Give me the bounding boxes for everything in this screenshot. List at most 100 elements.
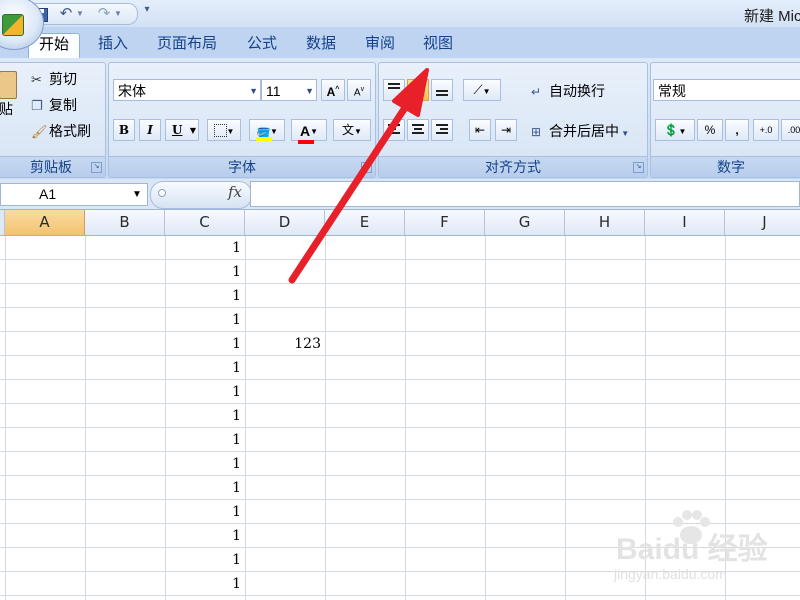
formula-input[interactable]	[250, 181, 800, 207]
copy-icon: ❐	[31, 98, 43, 114]
phonetic-icon: 文	[342, 123, 355, 137]
increase-indent-button[interactable]: ⇥	[495, 119, 517, 141]
shrink-font-button[interactable]: Av	[347, 79, 371, 101]
tab-page-layout[interactable]: 页面布局	[150, 33, 224, 57]
chevron-down-icon: ▼	[305, 86, 314, 96]
font-size-combo[interactable]: 11 ▼	[261, 79, 317, 101]
tab-view[interactable]: 视图	[414, 33, 462, 57]
insert-function-icon[interactable]: fx	[228, 183, 242, 201]
column-header-b[interactable]: B	[85, 210, 165, 235]
chevron-down-icon: ▼	[249, 86, 258, 96]
column-headers: A B C D E F G H I J	[0, 210, 800, 236]
tab-formulas[interactable]: 公式	[238, 33, 286, 57]
number-format-combo[interactable]: 常规	[653, 79, 800, 101]
font-launcher-icon[interactable]: ↘	[361, 162, 372, 173]
format-painter-icon: 🖌	[31, 124, 48, 140]
cell-c[interactable]: 1	[165, 404, 241, 428]
align-left-button[interactable]	[383, 119, 405, 141]
format-painter-button[interactable]: 🖌格式刷	[31, 121, 91, 142]
wrap-text-button[interactable]: ↵ 自动换行	[531, 81, 605, 102]
cell-c[interactable]: 1	[165, 332, 241, 356]
cell-c[interactable]: 1	[165, 428, 241, 452]
clipboard-group-label: 剪贴板	[0, 156, 105, 177]
column-header-f[interactable]: F	[405, 210, 485, 235]
tab-data[interactable]: 数据	[297, 33, 345, 57]
increase-indent-icon: ⇥	[500, 123, 512, 137]
column-header-e[interactable]: E	[325, 210, 405, 235]
increase-decimal-button[interactable]: +.0	[753, 119, 779, 141]
title-bar: ↶ ▼ ↷ ▼ ▾ 新建 Mic	[0, 0, 800, 27]
bold-button[interactable]: B	[113, 119, 135, 141]
office-logo-icon	[2, 14, 24, 36]
chevron-down-icon: ▼	[226, 127, 235, 136]
decrease-indent-icon: ⇤	[474, 123, 486, 137]
underline-button[interactable]: U ▼	[165, 119, 199, 141]
align-center-button[interactable]	[407, 119, 429, 141]
cell-c[interactable]: 1	[165, 356, 241, 380]
italic-button[interactable]: I	[139, 119, 161, 141]
decrease-decimal-button[interactable]: .00	[781, 119, 800, 141]
cell-c[interactable]: 1	[165, 236, 241, 260]
comma-button[interactable]: ,	[725, 119, 749, 141]
tab-insert[interactable]: 插入	[88, 33, 138, 57]
cell-d[interactable]: 123	[245, 332, 321, 356]
redo-icon[interactable]: ↷	[95, 5, 113, 23]
chevron-down-icon: ▼	[189, 125, 196, 135]
paste-button[interactable]: 贴	[0, 71, 17, 127]
cell-c[interactable]: 1	[165, 476, 241, 500]
percent-button[interactable]: %	[697, 119, 723, 141]
name-box[interactable]: A1	[0, 183, 148, 206]
align-middle-button[interactable]	[407, 79, 429, 101]
cell-c[interactable]: 1	[165, 548, 241, 572]
cell-c[interactable]: 1	[165, 524, 241, 548]
cell-c[interactable]: 1	[165, 572, 241, 596]
chevron-down-icon: ▼	[619, 129, 630, 138]
orientation-button[interactable]: ⟋▼	[463, 79, 501, 101]
font-name-combo[interactable]: 宋体 ▼	[113, 79, 261, 101]
cell-c[interactable]: 1	[165, 260, 241, 284]
column-header-c[interactable]: C	[165, 210, 245, 235]
column-header-d[interactable]: D	[245, 210, 325, 235]
borders-button[interactable]: ▼	[207, 119, 241, 141]
redo-dropdown-icon[interactable]: ▼	[113, 5, 123, 23]
decrease-indent-button[interactable]: ⇤	[469, 119, 491, 141]
clipboard-launcher-icon[interactable]: ↘	[91, 162, 102, 173]
column-header-g[interactable]: G	[485, 210, 565, 235]
chevron-down-icon: ▼	[270, 127, 278, 136]
undo-icon[interactable]: ↶	[57, 5, 75, 23]
formula-resize-handle[interactable]	[158, 189, 166, 197]
cell-c[interactable]: 1	[165, 308, 241, 332]
copy-button[interactable]: ❐ 复制	[31, 95, 77, 116]
column-header-a[interactable]: A	[5, 210, 85, 235]
name-box-dropdown-icon[interactable]: ▼	[132, 183, 146, 206]
merge-center-button[interactable]: ⊞ 合并后居中 ▼	[531, 121, 629, 144]
align-top-button[interactable]	[383, 79, 405, 101]
orientation-icon: ⟋	[473, 82, 483, 97]
ribbon-home: 贴 ✂ 剪切 ❐ 复制 🖌格式刷 剪贴板 ↘ 宋体 ▼ 11 ▼ A^ Av B I…	[0, 58, 800, 180]
font-group: 宋体 ▼ 11 ▼ A^ Av B I U ▼ ▼ 🪣 ▼ A ▼ 文▼ 字体 ↘	[108, 62, 376, 178]
align-bottom-button[interactable]	[431, 79, 453, 101]
accounting-format-button[interactable]: 💲▼	[655, 119, 695, 141]
cell-c[interactable]: 1	[165, 452, 241, 476]
customize-qat-icon[interactable]: ▾	[141, 4, 153, 22]
tab-review[interactable]: 审阅	[356, 33, 404, 57]
chevron-down-icon: ▼	[678, 127, 687, 136]
column-header-j[interactable]: J	[725, 210, 800, 235]
cell-c[interactable]: 1	[165, 380, 241, 404]
phonetic-button[interactable]: 文▼	[333, 119, 371, 141]
fill-color-button[interactable]: 🪣 ▼	[249, 119, 285, 141]
alignment-launcher-icon[interactable]: ↘	[633, 162, 644, 173]
scissors-icon: ✂	[31, 72, 42, 88]
chevron-down-icon: ▼	[354, 127, 362, 136]
undo-dropdown-icon[interactable]: ▼	[75, 5, 85, 23]
cell-c[interactable]: 1	[165, 500, 241, 524]
column-header-i[interactable]: I	[645, 210, 725, 235]
column-header-h[interactable]: H	[565, 210, 645, 235]
grow-font-button[interactable]: A^	[321, 79, 345, 101]
align-right-button[interactable]	[431, 119, 453, 141]
underline-label: U	[172, 123, 183, 137]
currency-icon: 💲	[663, 123, 679, 137]
cut-button[interactable]: ✂ 剪切	[31, 69, 77, 90]
font-color-button[interactable]: A ▼	[291, 119, 327, 144]
cell-c[interactable]: 1	[165, 284, 241, 308]
